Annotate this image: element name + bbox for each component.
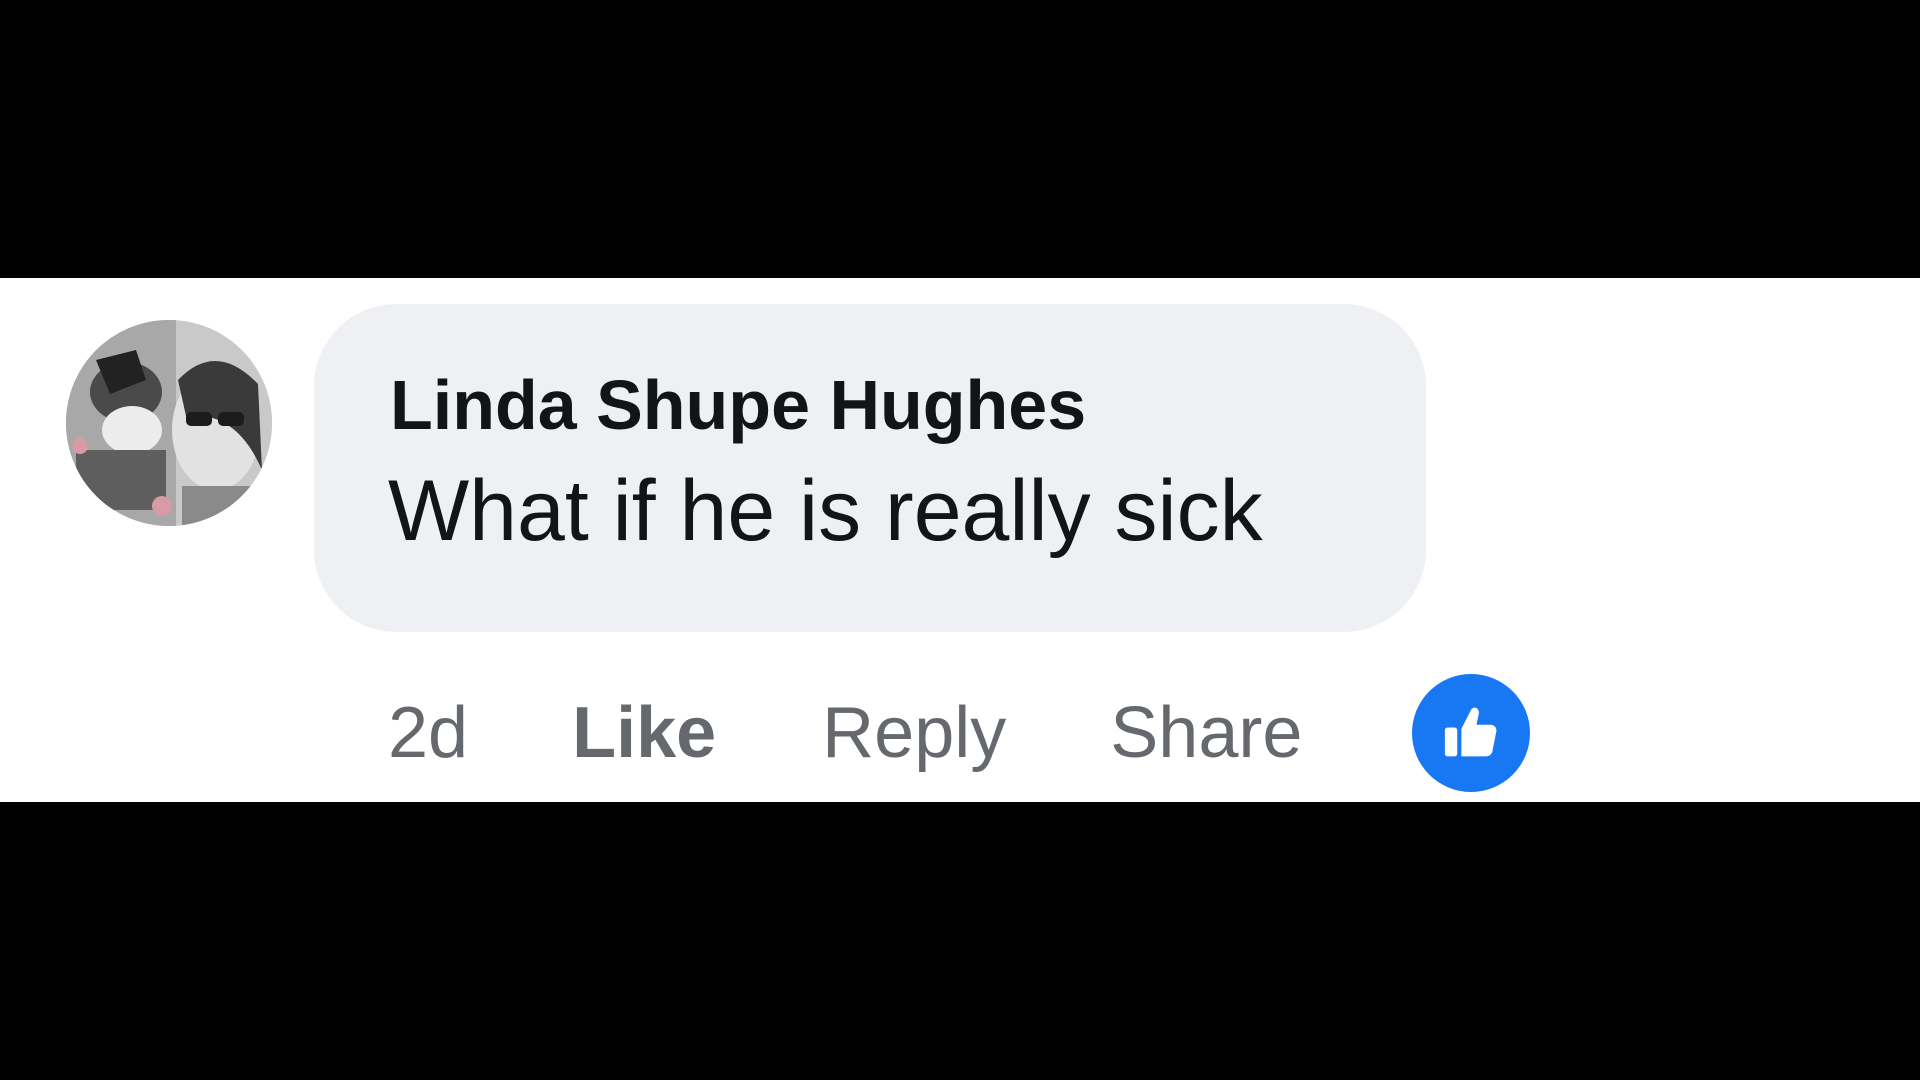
avatar[interactable] (66, 320, 272, 526)
comment-row: Linda Shupe Hughes What if he is really … (0, 278, 1920, 802)
letterbox-bottom (0, 802, 1920, 1080)
timestamp[interactable]: 2d (388, 697, 468, 769)
comment-bubble: Linda Shupe Hughes What if he is really … (314, 304, 1426, 632)
like-reaction-badge[interactable] (1412, 674, 1531, 792)
reply-button[interactable]: Reply (822, 697, 1006, 769)
comment-text: What if he is really sick (388, 463, 1263, 559)
letterbox-top (0, 0, 1920, 278)
share-button[interactable]: Share (1110, 697, 1302, 769)
like-button[interactable]: Like (572, 697, 716, 769)
thumbs-up-icon (1445, 707, 1497, 757)
profile-photo-avatar (66, 320, 272, 526)
author-name[interactable]: Linda Shupe Hughes (390, 370, 1086, 440)
comment-actions: 2d Like Reply Share (388, 674, 1531, 792)
